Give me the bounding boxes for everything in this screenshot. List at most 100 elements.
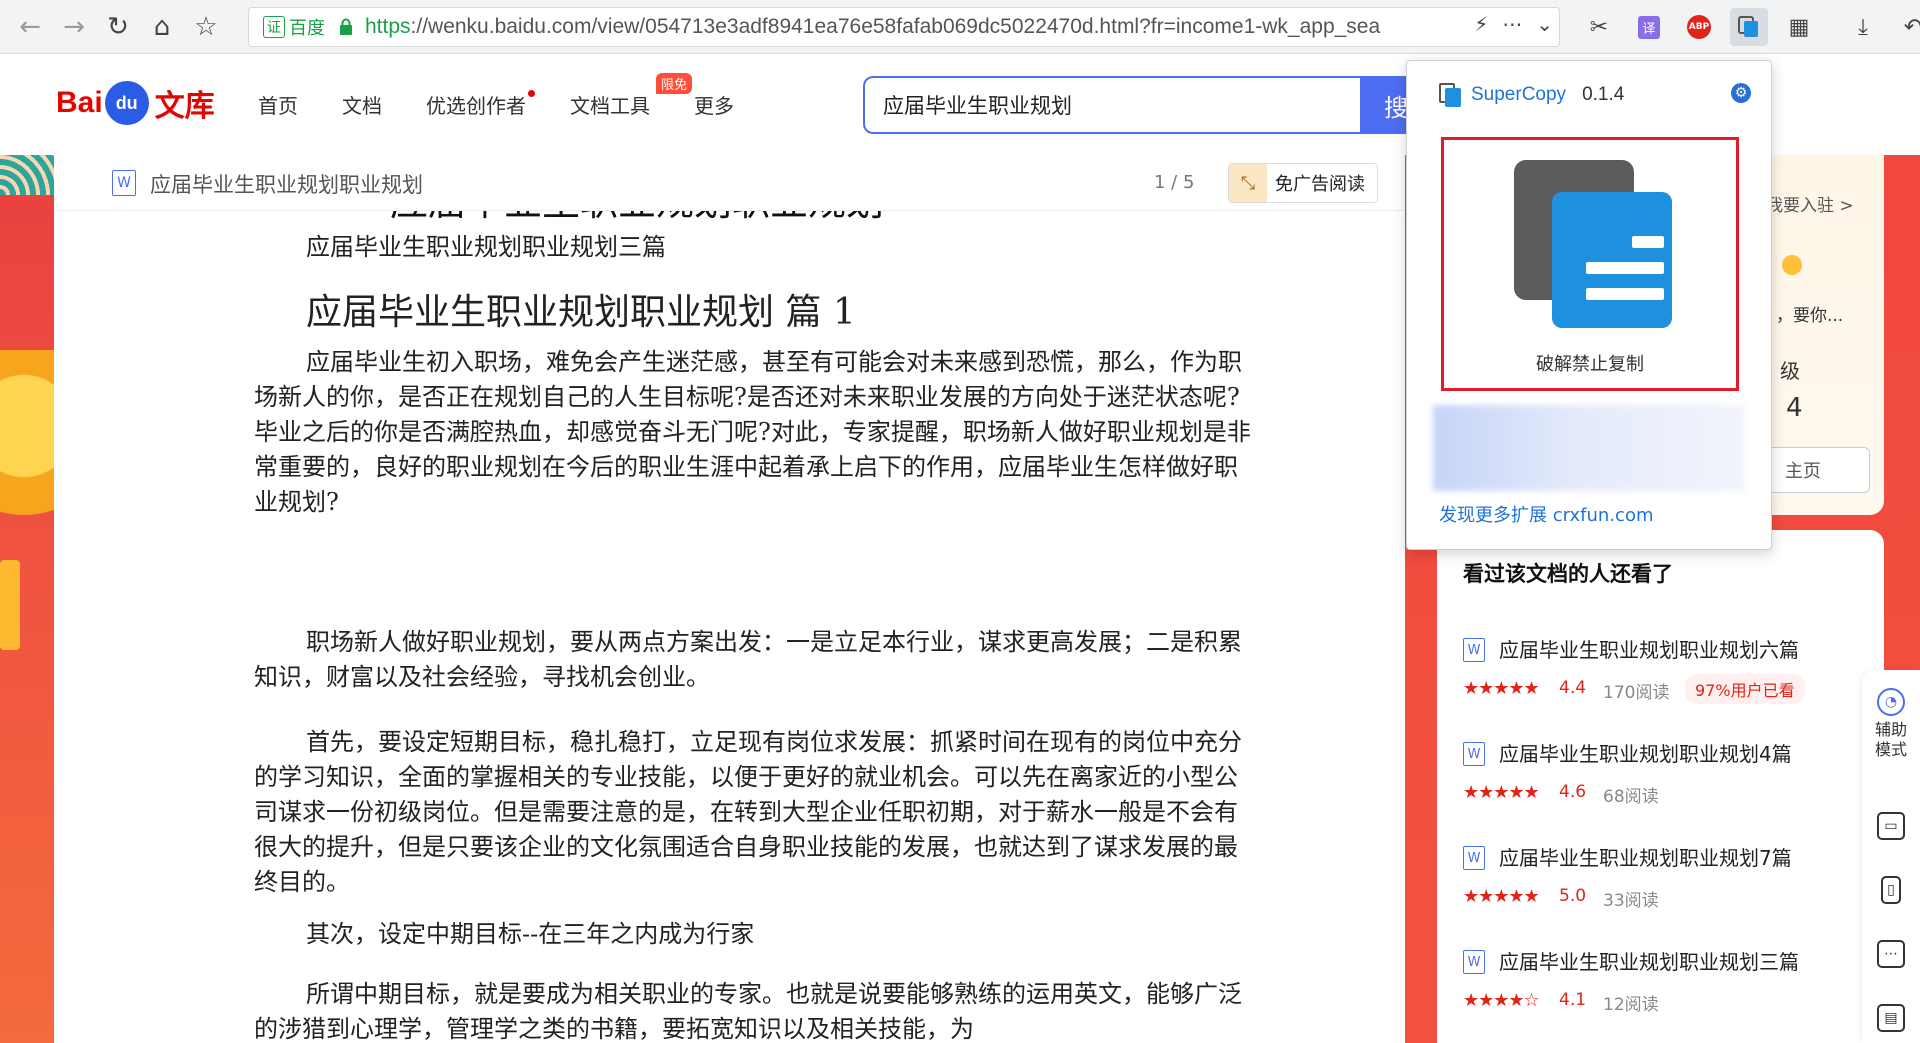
- mobile-button[interactable]: ▯: [1862, 876, 1920, 908]
- rating-score: 4.6: [1559, 782, 1587, 802]
- top-nav: 首页 文档 优选创作者 文档工具 更多: [258, 90, 734, 119]
- item-title[interactable]: 应届毕业生职业规划职业规划三篇: [1499, 946, 1799, 975]
- cert-label: 百度: [289, 18, 325, 39]
- supercopy-popup: SuperCopy 0.1.4 ⚙ 破解禁止复制 发现更多扩展 crxfun.c…: [1406, 60, 1772, 550]
- page-indicator: 1 / 5: [1154, 172, 1195, 193]
- left-banner-pattern: [0, 155, 54, 195]
- undo-icon[interactable]: ↶: [1894, 8, 1920, 46]
- mascot-decoration: [0, 350, 60, 540]
- supercopy-logo-icon: [1439, 83, 1461, 107]
- nav-creators-label: 优选创作者: [426, 94, 526, 118]
- word-doc-icon: W: [1463, 846, 1485, 870]
- toolbox-icon: ▤: [1877, 1004, 1905, 1032]
- back-icon[interactable]: ←: [8, 5, 52, 49]
- side-toolbar: ◔ 辅助模式 ▭ ▯ ⋯ ▤: [1862, 670, 1920, 1043]
- supercopy-extension-icon[interactable]: [1730, 8, 1768, 46]
- mobile-icon: ▯: [1881, 876, 1901, 904]
- search-input[interactable]: 应届毕业生职业规划: [863, 76, 1363, 134]
- doc-title: 应届毕业生职业规划职业规划: [150, 173, 423, 197]
- rating-stars: ★★★★★: [1463, 886, 1540, 907]
- nav-creators[interactable]: 优选创作者: [426, 90, 535, 119]
- assist-mode-button[interactable]: ◔ 辅助模式: [1862, 688, 1920, 760]
- more-dots-icon[interactable]: ⋯: [1502, 12, 1522, 36]
- document-toolbar: W 应届毕业生职业规划职业规划 1 / 5 ⤡ 免广告阅读: [54, 155, 1405, 211]
- doc-heading: 应届毕业生职业规划职业规划 篇 1: [306, 292, 856, 333]
- nav-tools[interactable]: 文档工具: [570, 90, 650, 119]
- lock-icon: [339, 18, 353, 36]
- rating-score: 4.4: [1559, 678, 1587, 698]
- assist-label: 辅助模式: [1874, 720, 1907, 759]
- word-doc-icon: W: [112, 170, 136, 196]
- url-path: ://wenku.baidu.com/view/054713e3adf8941e…: [410, 15, 1381, 38]
- popup-header: SuperCopy 0.1.4 ⚙: [1407, 61, 1773, 129]
- baidu-wenku-logo[interactable]: Bai du 文库: [56, 73, 215, 133]
- rating-score: 4.1: [1559, 990, 1587, 1010]
- doc-paragraph: 所谓中期目标，就是要成为相关职业的专家。也就是说要能够熟练的运用英文，能够广泛的…: [254, 980, 1242, 1043]
- forward-icon[interactable]: →: [52, 5, 96, 49]
- url-text[interactable]: https://wenku.baidu.com/view/054713e3adf…: [365, 15, 1395, 39]
- home-icon[interactable]: ⌂: [140, 5, 184, 49]
- author-desc: ，要你...: [1776, 306, 1844, 326]
- doc-paragraph: 应届毕业生初入职场，难免会产生迷茫感，甚至有可能会对未来感到恐慌，那么，作为职场…: [254, 348, 1251, 516]
- blurred-promo: [1433, 405, 1745, 491]
- coin-icon: [1782, 255, 1802, 275]
- extension-name: SuperCopy: [1471, 84, 1567, 105]
- nav-home[interactable]: 首页: [258, 90, 298, 119]
- doc-paragraph: 首先，要设定短期目标，稳扎稳打，立足现有岗位求发展：抓紧时间在现有的岗位中充分的…: [254, 728, 1242, 896]
- nav-more[interactable]: 更多: [694, 90, 734, 119]
- doc-paragraph: 其次，设定中期目标--在三年之内成为行家: [306, 920, 755, 948]
- briefcase-button[interactable]: ▭: [1862, 812, 1920, 844]
- cert-icon: 证: [263, 16, 285, 38]
- expand-icon: ⤡: [1229, 164, 1267, 202]
- word-doc-icon: W: [1463, 742, 1485, 766]
- rating-stars: ★★★★☆: [1463, 990, 1540, 1011]
- no-ad-reading-button[interactable]: ⤡ 免广告阅读: [1228, 163, 1378, 203]
- apps-grid-icon[interactable]: ▦: [1780, 8, 1818, 46]
- logo-paw: du: [104, 81, 149, 125]
- adblock-icon[interactable]: ABP: [1680, 8, 1718, 46]
- address-bar[interactable]: 证 百度 https://wenku.baidu.com/view/054713…: [248, 7, 1560, 47]
- briefcase-icon: ▭: [1877, 812, 1905, 840]
- level-label: 级: [1780, 359, 1800, 383]
- assist-icon: ◔: [1877, 688, 1905, 716]
- rating-stars: ★★★★★: [1463, 782, 1540, 803]
- word-doc-icon: W: [1463, 638, 1485, 662]
- extension-version: 0.1.4: [1582, 84, 1625, 105]
- item-title[interactable]: 应届毕业生职业规划职业规划7篇: [1499, 842, 1792, 871]
- document-viewer: 应届毕业生职业规划职业规划 应届毕业生职业规划职业规划三篇 应届毕业生职业规划职…: [54, 155, 1405, 1043]
- recommend-list: 看过该文档的人还看了 W 应届毕业生职业规划职业规划六篇 ★★★★★ 4.4 1…: [1437, 530, 1884, 1043]
- nav-docs[interactable]: 文档: [342, 90, 382, 119]
- gear-icon[interactable]: ⚙: [1731, 83, 1751, 103]
- item-title[interactable]: 应届毕业生职业规划职业规划4篇: [1499, 738, 1792, 767]
- item-title[interactable]: 应届毕业生职业规划职业规划六篇: [1499, 634, 1799, 663]
- scissors-icon[interactable]: ✂: [1580, 8, 1618, 46]
- more-extensions-link[interactable]: 发现更多扩展 crxfun.com: [1439, 501, 1654, 527]
- doc-paragraph: 职场新人做好职业规划，要从两点方案出发：一是立足本行业，谋求更高发展；二是积累知…: [254, 628, 1242, 691]
- lightning-icon[interactable]: ⚡: [1474, 12, 1488, 36]
- join-link[interactable]: 我要入驻 >: [1766, 191, 1854, 216]
- rating-stars: ★★★★★: [1463, 678, 1540, 699]
- read-count: 68阅读: [1603, 787, 1659, 807]
- feedback-button[interactable]: ⋯: [1862, 940, 1920, 972]
- word-doc-icon: W: [1463, 950, 1485, 974]
- red-dot-indicator: [528, 90, 535, 97]
- reload-icon[interactable]: ↻: [96, 5, 140, 49]
- download-icon[interactable]: ⤓: [1844, 8, 1882, 46]
- unlock-copy-button[interactable]: 破解禁止复制: [1441, 137, 1739, 391]
- read-count: 12阅读: [1603, 995, 1659, 1015]
- recommend-title: 看过该文档的人还看了: [1463, 562, 1673, 586]
- bookmark-star-icon[interactable]: ☆: [184, 5, 228, 49]
- mascot-decoration-2: [0, 560, 20, 650]
- logo-wenku: 文库: [154, 90, 215, 123]
- cert-badge[interactable]: 证 百度: [263, 14, 325, 40]
- translate-icon[interactable]: 译: [1630, 8, 1668, 46]
- toolbox-button[interactable]: ▤: [1862, 1004, 1920, 1036]
- unlock-copy-label: 破解禁止复制: [1536, 354, 1644, 375]
- chevron-down-icon[interactable]: ⌄: [1536, 12, 1553, 36]
- browser-toolbar: ← → ↻ ⌂ ☆ 证 百度 https://wenku.baidu.com/v…: [0, 0, 1920, 54]
- chat-icon: ⋯: [1877, 940, 1905, 968]
- rating-score: 5.0: [1559, 886, 1587, 906]
- read-count: 33阅读: [1603, 891, 1659, 911]
- logo-bai: Bai: [56, 86, 103, 119]
- read-count: 170阅读: [1603, 683, 1670, 703]
